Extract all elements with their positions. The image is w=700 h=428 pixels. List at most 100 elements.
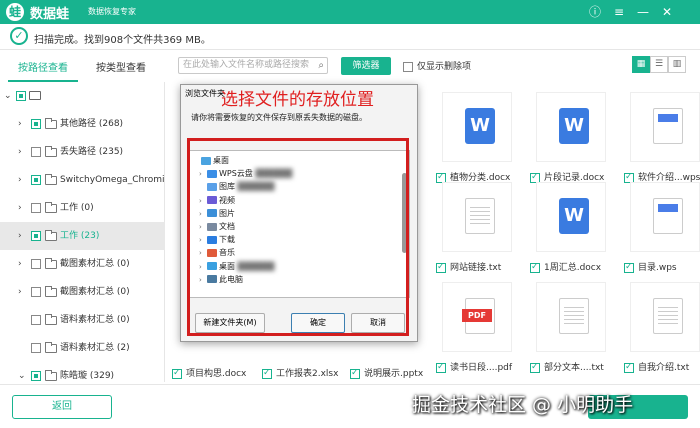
file-thumbnail[interactable] xyxy=(630,182,700,252)
file-checkbox[interactable] xyxy=(436,262,446,273)
tree-item[interactable]: 语料素材汇总 (2) xyxy=(0,334,165,362)
file-thumbnail[interactable] xyxy=(630,92,700,162)
chevron-right-icon[interactable]: › xyxy=(18,250,22,278)
tree-checkbox[interactable] xyxy=(31,371,41,381)
tree-item[interactable]: › 工作 (23) xyxy=(0,222,165,250)
menu-icon[interactable]: ≡ xyxy=(610,3,628,21)
tree-checkbox[interactable] xyxy=(31,231,41,241)
view-tabs: 按路径查看 按类型查看 xyxy=(0,58,165,82)
file-thumbnail[interactable]: W xyxy=(442,92,512,162)
tree-item[interactable]: › 截图素材汇总 (0) xyxy=(0,250,165,278)
folder-icon xyxy=(45,118,57,129)
tree-item[interactable]: › 丢失路径 (235) xyxy=(0,138,165,166)
app-name: 数据蛙 xyxy=(30,7,70,22)
pdf-doc-icon: PDF xyxy=(462,298,495,334)
file-thumbnail[interactable] xyxy=(630,282,700,352)
file-checkbox[interactable] xyxy=(530,172,540,183)
chevron-right-icon[interactable]: › xyxy=(18,110,22,138)
tree-item-label: 工作 (0) xyxy=(60,203,94,213)
file-name-text: 部分文本....txt xyxy=(544,363,604,373)
app-logo-icon: 蛙 xyxy=(6,3,24,21)
cancel-button[interactable]: 取消 xyxy=(351,313,405,333)
file-thumbnail[interactable] xyxy=(536,282,606,352)
wps-doc-icon xyxy=(653,198,683,234)
tree-checkbox[interactable] xyxy=(31,343,41,353)
new-folder-button[interactable]: 新建文件夹(M) xyxy=(195,313,265,333)
file-name: 1周汇总.docx xyxy=(530,260,601,273)
folder-icon xyxy=(45,258,57,269)
file-checkbox[interactable] xyxy=(350,368,360,379)
tree-item-label: 工作 (23) xyxy=(60,231,100,241)
search-icon[interactable]: ⌕ xyxy=(318,58,324,73)
title-bar: 蛙 数据蛙 数据恢复专家 ⓘ ≡ — ✕ xyxy=(0,0,700,24)
chevron-right-icon[interactable]: › xyxy=(18,138,22,166)
detail-view-button[interactable]: ▥ xyxy=(668,56,686,73)
folder-tree: ⌄ › 其他路径 (268) › 丢失路径 (235) › SwitchyOmega_Ch… xyxy=(0,82,165,382)
file-name[interactable]: 说明展示.pptx xyxy=(350,366,423,379)
file-name-text: 目录.wps xyxy=(638,263,677,273)
dialog-title: 浏览文件夹 xyxy=(185,89,225,98)
help-icon[interactable]: ⓘ xyxy=(586,3,604,21)
tree-checkbox[interactable] xyxy=(31,287,41,297)
file-name[interactable]: 工作报表2.xlsx xyxy=(262,366,338,379)
tab-by-path[interactable]: 按路径查看 xyxy=(8,58,78,82)
search-input[interactable]: 在此处输入文件名称或路径搜索 ⌕ xyxy=(178,57,328,74)
file-checkbox[interactable] xyxy=(624,172,634,183)
only-deleted-label: 仅显示删除项 xyxy=(417,62,472,72)
tab-by-type[interactable]: 按类型查看 xyxy=(86,58,156,82)
tree-checkbox[interactable] xyxy=(31,119,41,129)
tree-item[interactable]: › 工作 (0) xyxy=(0,194,165,222)
file-checkbox[interactable] xyxy=(530,362,540,373)
file-checkbox[interactable] xyxy=(624,362,634,373)
watermark: 掘金技术社区 @ 小明助手 xyxy=(412,394,634,416)
minimize-icon[interactable]: — xyxy=(634,3,652,21)
file-checkbox[interactable] xyxy=(530,262,540,273)
only-deleted-toggle[interactable]: 仅显示删除项 xyxy=(403,59,471,72)
file-checkbox[interactable] xyxy=(172,368,182,379)
tree-item[interactable]: › 截图素材汇总 (0) xyxy=(0,278,165,306)
close-icon[interactable]: ✕ xyxy=(658,3,676,21)
browse-folder-dialog: 浏览文件夹 选择文件的存放位置 请你将需要恢复的文件保存到原丢失数据的磁盘。 桌… xyxy=(180,84,418,342)
chevron-right-icon[interactable]: › xyxy=(18,278,22,306)
grid-view-button[interactable]: ▦ xyxy=(632,56,650,73)
tree-item-label: 其他路径 (268) xyxy=(60,119,124,129)
chevron-right-icon[interactable]: › xyxy=(18,166,22,194)
word-doc-icon: W xyxy=(465,108,495,144)
tree-checkbox[interactable] xyxy=(16,91,26,101)
file-checkbox[interactable] xyxy=(436,172,446,183)
chevron-right-icon[interactable]: › xyxy=(18,222,22,250)
folder-icon xyxy=(45,314,57,325)
ok-button[interactable]: 确定 xyxy=(291,313,345,333)
chevron-down-icon[interactable]: ⌄ xyxy=(4,82,12,110)
file-thumbnail[interactable]: W xyxy=(536,92,606,162)
tree-checkbox[interactable] xyxy=(31,147,41,157)
drive-icon xyxy=(29,91,41,100)
tree-item[interactable]: 语料素材汇总 (0) xyxy=(0,306,165,334)
tree-checkbox[interactable] xyxy=(31,259,41,269)
word-doc-icon: W xyxy=(559,108,589,144)
file-name[interactable]: 项目构思.docx xyxy=(172,366,246,379)
app-subtitle: 数据恢复专家 xyxy=(88,7,136,16)
tree-item[interactable]: › SwitchyOmega_Chromium xyxy=(0,166,165,194)
file-thumbnail[interactable]: W xyxy=(536,182,606,252)
chevron-right-icon[interactable]: › xyxy=(18,194,22,222)
file-checkbox[interactable] xyxy=(262,368,272,379)
list-view-button[interactable]: ☰ xyxy=(650,56,668,73)
file-checkbox[interactable] xyxy=(624,262,634,273)
tree-checkbox[interactable] xyxy=(31,203,41,213)
tree-root[interactable]: ⌄ xyxy=(0,82,165,110)
back-button[interactable]: 返回 xyxy=(12,395,112,419)
tree-checkbox[interactable] xyxy=(31,175,41,185)
only-deleted-checkbox[interactable] xyxy=(403,61,413,72)
folder-icon xyxy=(45,202,57,213)
text-doc-icon xyxy=(653,298,683,334)
file-name-text: 1周汇总.docx xyxy=(544,263,602,273)
dialog-description: 请你将需要恢复的文件保存到原丢失数据的磁盘。 xyxy=(191,113,367,122)
file-thumbnail[interactable] xyxy=(442,182,512,252)
tree-item-label: 语料素材汇总 (2) xyxy=(60,343,130,353)
tree-item[interactable]: › 其他路径 (268) xyxy=(0,110,165,138)
tree-checkbox[interactable] xyxy=(31,315,41,325)
file-checkbox[interactable] xyxy=(436,362,446,373)
file-thumbnail[interactable]: PDF xyxy=(442,282,512,352)
filter-button[interactable]: 筛选器 xyxy=(341,57,391,75)
